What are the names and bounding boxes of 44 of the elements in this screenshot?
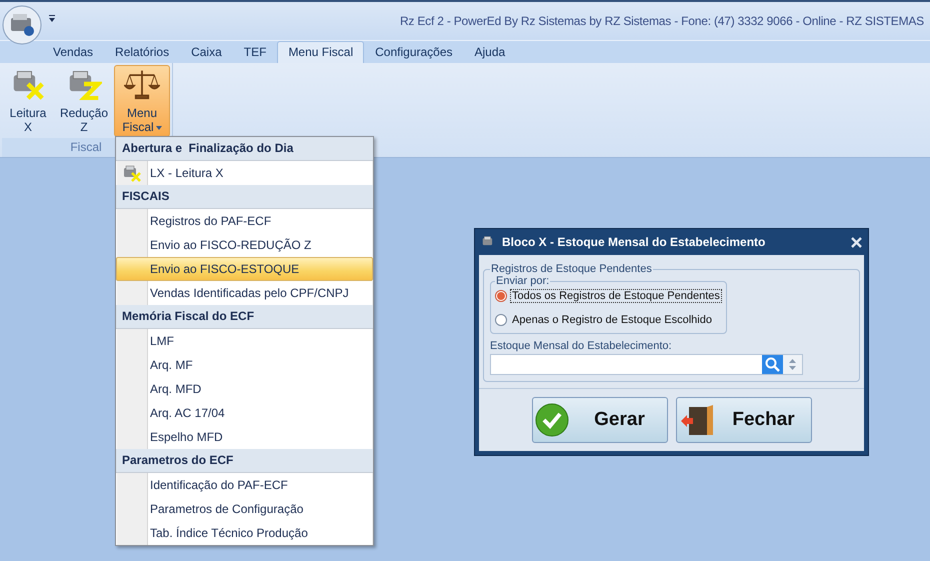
ribbon-tab[interactable]: Vendas [42, 41, 104, 63]
menu-item[interactable]: Vendas Identificadas pelo CPF/CNPJ [116, 281, 373, 305]
menu-item[interactable]: Envio ao FISCO-ESTOQUE [116, 257, 373, 281]
radio-option[interactable]: Apenas o Registro de Estoque Escolhido [495, 313, 722, 327]
menu-item[interactable]: Registros do PAF-ECF [116, 209, 373, 233]
ribbon-button[interactable]: Menu Fiscal [114, 65, 170, 137]
dialog-title: Bloco X - Estoque Mensal do Estabelecimento [502, 235, 766, 249]
menu-item[interactable]: Arq. AC 17/04 [116, 401, 373, 425]
scales-icon [124, 68, 160, 100]
menu-item[interactable]: LMF [116, 329, 373, 353]
group-title: Registros de Estoque Pendentes [490, 263, 653, 275]
menu-item[interactable]: Arq. MF [116, 353, 373, 377]
ribbon-button[interactable]: Redução Z [58, 65, 110, 137]
menu-item[interactable]: Arq. MFD [116, 377, 373, 401]
window-title: Rz Ecf 2 - PowerEd By Rz Sistemas by RZ Sistemas - Fone: (47) 3332 9066 - Online - RZ SISTEMAS [400, 14, 924, 28]
app-logo-icon[interactable] [2, 5, 42, 45]
menu-item[interactable]: Espelho MFD [116, 425, 373, 449]
menu-item[interactable]: LX - Leitura X [116, 161, 373, 185]
menu-section-header: FISCAIS [116, 185, 373, 209]
menu-section-header: Parametros do ECF [116, 449, 373, 473]
lookup-field[interactable] [490, 354, 803, 375]
menu-item[interactable]: Identificação do PAF-ECF [116, 473, 373, 497]
ribbon-tab[interactable]: Relatórios [104, 41, 180, 63]
ribbon-tab[interactable]: Menu Fiscal [277, 41, 364, 63]
menu-item[interactable]: Tab. Índice Técnico Produção [116, 521, 373, 545]
close-icon[interactable] [851, 236, 862, 248]
dialog-button[interactable]: Fechar [676, 397, 812, 443]
ribbon-tab[interactable]: TEF [232, 41, 278, 63]
door-exit-icon [678, 403, 712, 437]
ribbon-tab[interactable]: Ajuda [464, 41, 516, 63]
search-icon[interactable] [765, 357, 780, 372]
ribbon-tab[interactable]: Configurações [364, 41, 464, 63]
ribbon-tab[interactable]: Caixa [180, 41, 233, 63]
ribbon-button[interactable]: Leitura X [2, 65, 54, 137]
menu-section-header: Memória Fiscal do ECF [116, 305, 373, 329]
menu-item[interactable]: Envio ao FISCO-REDUÇÃO Z [116, 233, 373, 257]
printer-icon [122, 164, 142, 182]
menu-item[interactable]: Parametros de Configuração [116, 497, 373, 521]
dialog-button[interactable]: Gerar [532, 397, 668, 443]
field-label: Estoque Mensal do Estabelecimento: [490, 340, 673, 352]
customize-toolbar-icon[interactable] [48, 15, 56, 23]
menu-section-header: Abertura e Finalização do Dia [116, 137, 373, 161]
checkmark-icon [534, 403, 568, 437]
group-title: Enviar por: [495, 275, 550, 287]
